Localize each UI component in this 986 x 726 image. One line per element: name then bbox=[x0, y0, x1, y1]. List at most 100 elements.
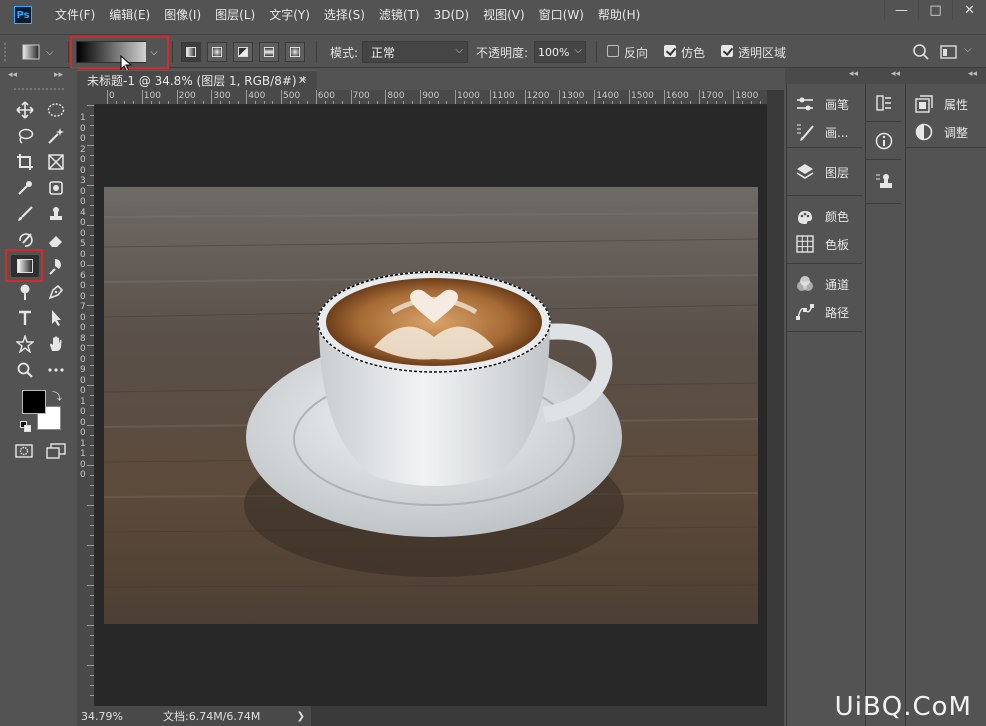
panel-brush[interactable]: 画... bbox=[795, 122, 848, 142]
mode-select[interactable]: 正常 ⌵ bbox=[362, 41, 468, 63]
vertical-ruler[interactable]: 10020030040050060070080090010001100 bbox=[77, 105, 95, 706]
maximize-button[interactable]: □ bbox=[918, 0, 952, 20]
options-grip[interactable] bbox=[4, 43, 10, 61]
minimize-button[interactable]: — bbox=[884, 0, 918, 20]
ruler-minor-tick bbox=[368, 101, 369, 104]
document-tab[interactable]: 未标题-1 @ 34.8% (图层 1, RGB/8#) * ✕ bbox=[77, 70, 317, 90]
panel-adjustments[interactable]: 调整 bbox=[914, 122, 968, 142]
custom-shape-tool[interactable] bbox=[11, 333, 39, 355]
history-icon[interactable] bbox=[875, 94, 893, 112]
ruler-tick bbox=[90, 115, 94, 116]
info-icon[interactable] bbox=[875, 132, 893, 150]
path-selection-tool[interactable] bbox=[42, 307, 70, 329]
dodge-tool[interactable] bbox=[11, 281, 39, 303]
color-panel-group: 颜色 色板 bbox=[787, 196, 862, 264]
eyedropper-tool[interactable] bbox=[11, 177, 39, 199]
ruler-tick bbox=[455, 90, 456, 104]
foreground-color-swatch[interactable] bbox=[22, 390, 46, 414]
reverse-checkbox[interactable] bbox=[607, 45, 619, 57]
panel-brush-settings[interactable]: 画笔 bbox=[795, 94, 849, 114]
close-button[interactable]: ✕ bbox=[952, 0, 986, 20]
linear-gradient-button[interactable] bbox=[181, 42, 201, 62]
swap-colors-icon[interactable]: ⤵ bbox=[52, 388, 62, 403]
ruler-label: 600 bbox=[317, 91, 335, 101]
hand-tool[interactable] bbox=[42, 333, 70, 355]
menu-image[interactable]: 图像(I) bbox=[157, 0, 208, 30]
vertical-scrollbar[interactable] bbox=[767, 90, 784, 706]
coffee-cup-photo bbox=[104, 187, 758, 624]
screen-mode-icon[interactable] bbox=[46, 443, 66, 459]
ruler-minor-tick bbox=[133, 101, 135, 104]
radial-gradient-button[interactable] bbox=[207, 42, 227, 62]
default-colors-icon[interactable] bbox=[20, 421, 32, 433]
lasso-tool[interactable] bbox=[11, 125, 39, 147]
eraser-icon bbox=[49, 236, 62, 247]
collapse-dock-icon-3[interactable]: ◂◂ bbox=[968, 69, 977, 79]
gradient-tool-preset-icon bbox=[22, 44, 40, 60]
ruler-origin[interactable] bbox=[77, 90, 95, 105]
collapse-dock-icon[interactable]: ◂◂ bbox=[849, 69, 858, 79]
menu-file[interactable]: 文件(F) bbox=[48, 0, 102, 30]
tool-preset-picker[interactable]: ⌵ bbox=[22, 43, 62, 61]
menu-type[interactable]: 文字(Y) bbox=[262, 0, 317, 30]
diamond-gradient-button[interactable] bbox=[285, 42, 305, 62]
panel-color[interactable]: 颜色 bbox=[795, 206, 849, 226]
marquee-tool[interactable] bbox=[42, 99, 70, 121]
quick-mask-icon[interactable] bbox=[15, 444, 33, 458]
angle-gradient-button[interactable] bbox=[233, 42, 253, 62]
close-icon[interactable]: ✕ bbox=[298, 74, 307, 87]
move-tool[interactable] bbox=[11, 99, 39, 121]
clone-stamp-tool[interactable] bbox=[42, 203, 70, 225]
pen-tool[interactable] bbox=[42, 281, 70, 303]
dither-checkbox[interactable] bbox=[664, 45, 676, 57]
history-brush-tool[interactable] bbox=[11, 229, 39, 251]
ruler-label: 1 bbox=[80, 449, 86, 459]
ruler-tick bbox=[90, 365, 94, 366]
frame-tool[interactable] bbox=[42, 151, 70, 173]
menu-help[interactable]: 帮助(H) bbox=[591, 0, 647, 30]
menu-edit[interactable]: 编辑(E) bbox=[102, 0, 157, 30]
ruler-label: 0 bbox=[80, 470, 86, 480]
workspace-chevron-icon[interactable]: ⌵ bbox=[964, 44, 972, 55]
smudge-tool[interactable] bbox=[42, 255, 70, 277]
status-menu-arrow-icon[interactable]: ❯ bbox=[297, 711, 305, 722]
ruler-tick bbox=[87, 345, 94, 346]
panel-layers[interactable]: 图层 bbox=[795, 162, 849, 182]
collapse-dock-icon-2[interactable]: ◂◂ bbox=[891, 69, 900, 79]
ruler-label: 700 bbox=[352, 91, 370, 101]
menu-select[interactable]: 选择(S) bbox=[317, 0, 372, 30]
menu-window[interactable]: 窗口(W) bbox=[532, 0, 591, 30]
brush-tool[interactable] bbox=[11, 203, 39, 225]
eraser-tool[interactable] bbox=[42, 229, 70, 251]
panel-channels[interactable]: 通道 bbox=[795, 274, 849, 294]
menu-view[interactable]: 视图(V) bbox=[476, 0, 532, 30]
more-tools[interactable] bbox=[42, 359, 70, 381]
ruler-tick bbox=[90, 695, 94, 696]
menu-filter[interactable]: 滤镜(T) bbox=[372, 0, 427, 30]
panel-paths[interactable]: 路径 bbox=[795, 302, 849, 322]
type-tool[interactable] bbox=[11, 307, 39, 329]
workspace-icon[interactable] bbox=[940, 44, 958, 60]
panel-properties[interactable]: 属性 bbox=[914, 94, 968, 114]
opacity-field[interactable]: 100% ⌵ bbox=[534, 41, 586, 63]
expand-panel-icon[interactable]: ▸▸ bbox=[54, 70, 63, 80]
horizontal-scrollbar[interactable] bbox=[311, 706, 784, 726]
horizontal-ruler[interactable]: 0 100 200 300 400 500 600 700 800 900 1000 1100 1200… bbox=[95, 90, 784, 105]
canvas[interactable] bbox=[104, 187, 758, 624]
zoom-level[interactable]: 34.79% bbox=[77, 710, 157, 723]
collapse-left-icon[interactable]: ◂◂ bbox=[8, 70, 17, 80]
ruler-label: 0 bbox=[80, 291, 86, 302]
panel-swatches[interactable]: 色板 bbox=[795, 234, 849, 254]
magic-wand-tool[interactable] bbox=[42, 125, 70, 147]
zoom-tool[interactable] bbox=[11, 359, 39, 381]
ruler-minor-tick bbox=[115, 101, 117, 104]
menu-3d[interactable]: 3D(D) bbox=[427, 0, 476, 30]
search-icon[interactable] bbox=[912, 43, 930, 61]
clone-source-icon[interactable] bbox=[875, 172, 893, 190]
reflected-gradient-button[interactable] bbox=[259, 42, 279, 62]
channels-panel-group: 通道 路径 bbox=[787, 264, 862, 332]
3d-material-tool[interactable] bbox=[42, 177, 70, 199]
menu-layer[interactable]: 图层(L) bbox=[208, 0, 262, 30]
crop-tool[interactable] bbox=[11, 151, 39, 173]
transparency-checkbox[interactable] bbox=[721, 45, 733, 57]
